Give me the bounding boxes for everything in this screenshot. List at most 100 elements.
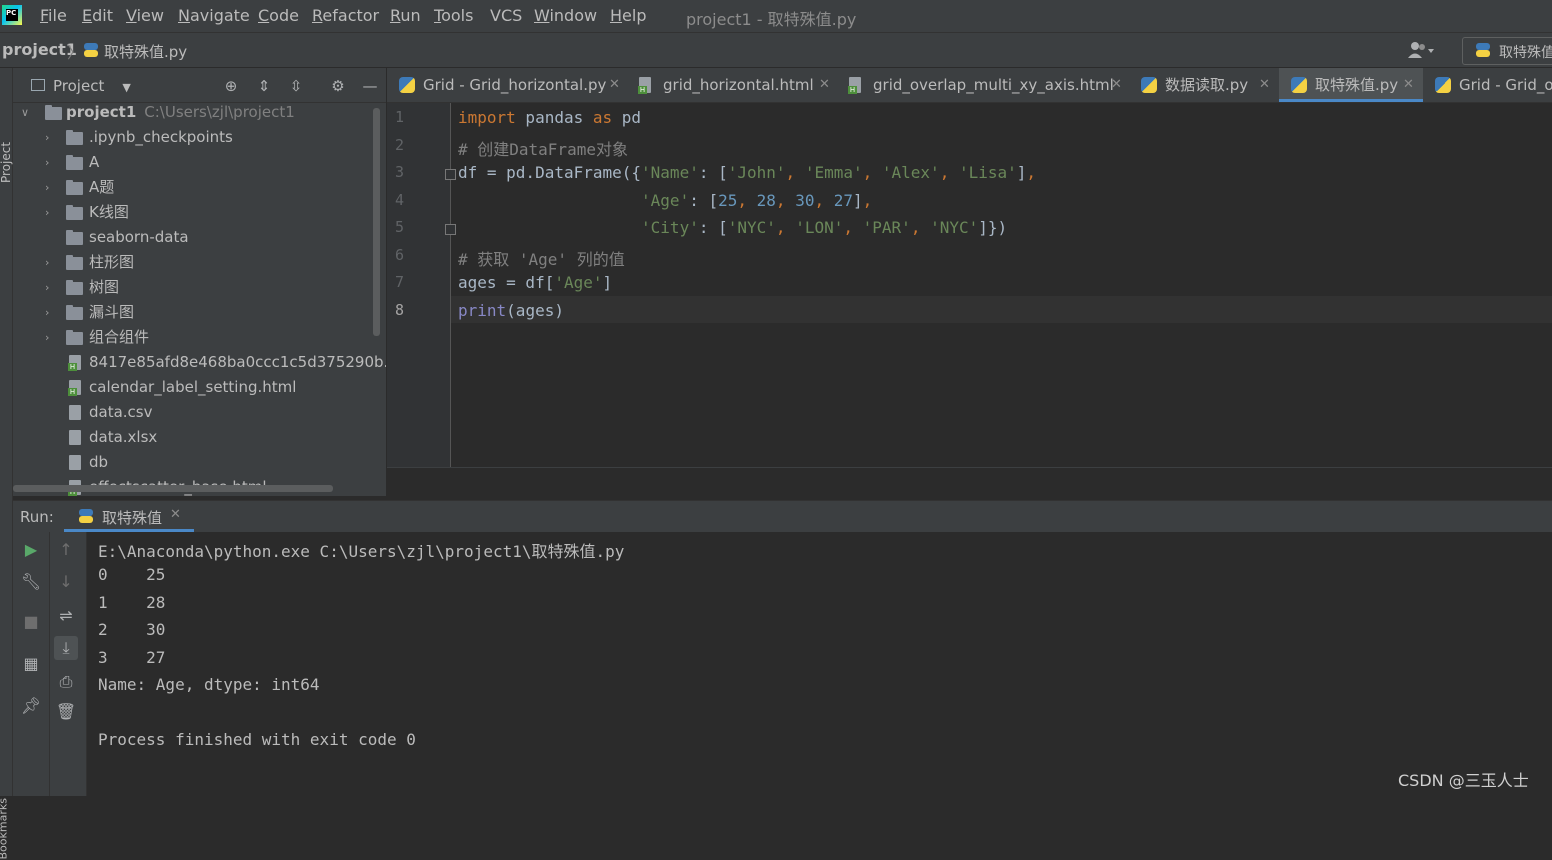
chevron-right-icon[interactable]: › xyxy=(45,150,57,175)
user-account-icon[interactable] xyxy=(1408,41,1442,59)
tab-grid-horizontal-py[interactable]: Grid - Grid_horizontal.py ✕ xyxy=(387,68,627,102)
breadcrumb-file[interactable]: 取特殊值.py xyxy=(104,41,187,62)
gear-icon[interactable]: ⚙ xyxy=(329,77,347,95)
console-line: Name: Age, dtype: int64 xyxy=(98,675,320,694)
menu-view[interactable]: View xyxy=(126,6,164,25)
project-window-icon xyxy=(31,79,45,91)
unknown-file-icon xyxy=(69,430,81,445)
menu-vcs[interactable]: VCS xyxy=(490,6,522,25)
menu-refactor[interactable]: Refactor xyxy=(312,6,379,25)
tree-item[interactable]: › A xyxy=(13,150,386,175)
tree-item-label: data.xlsx xyxy=(89,428,158,446)
menu-navigate[interactable]: Navigate xyxy=(178,6,250,25)
hide-panel-icon[interactable]: — xyxy=(361,77,379,95)
run-configuration-selector[interactable]: 取特殊值 xyxy=(1462,37,1552,65)
menu-run[interactable]: Run xyxy=(390,6,421,25)
console-line: 1 28 xyxy=(98,593,166,612)
code-line-8: print(ages) xyxy=(458,301,564,320)
editor-footer xyxy=(387,467,1552,498)
tree-item[interactable]: › A题 xyxy=(13,175,386,200)
code-line-7: ages = df['Age'] xyxy=(458,273,613,292)
menu-help[interactable]: Help xyxy=(610,6,646,25)
tree-item[interactable]: › 漏斗图 xyxy=(13,300,386,325)
menu-edit[interactable]: Edit xyxy=(82,6,113,25)
code-line-6: # 获取 'Age' 列的值 xyxy=(458,250,625,269)
tree-item-label: data.csv xyxy=(89,403,153,421)
chevron-down-icon[interactable]: ∨ xyxy=(21,100,33,125)
console-line: 0 25 xyxy=(98,565,166,584)
tab-active-file[interactable]: 取特殊值.py ✕ xyxy=(1279,68,1423,102)
soft-wrap-icon[interactable]: ⇌ xyxy=(54,604,78,628)
chevron-right-icon[interactable]: › xyxy=(45,300,57,325)
arrow-up-icon[interactable]: ↑ xyxy=(54,538,78,562)
breadcrumb-project[interactable]: project1 xyxy=(2,40,77,59)
wrench-icon[interactable]: 🔧︎ xyxy=(19,570,43,594)
folder-icon xyxy=(45,105,62,120)
chevron-right-icon[interactable]: › xyxy=(45,250,57,275)
close-icon[interactable]: ✕ xyxy=(609,68,620,102)
bookmarks-tool-window-button[interactable]: Bookmarks xyxy=(0,798,10,859)
scroll-to-end-icon[interactable]: ⤓ xyxy=(54,636,78,660)
project-tool-window-button[interactable]: Project xyxy=(0,142,13,183)
rerun-icon[interactable]: ▶ xyxy=(19,538,43,562)
vertical-scrollbar[interactable] xyxy=(373,108,380,336)
tab-grid-overflow[interactable]: Grid - Grid_ov xyxy=(1423,68,1552,102)
tree-item[interactable]: › .ipynb_checkpoints xyxy=(13,125,386,150)
html-file-icon xyxy=(638,77,651,94)
menu-window[interactable]: Window xyxy=(534,6,597,25)
close-icon[interactable]: ✕ xyxy=(1403,68,1414,102)
console-line: 3 27 xyxy=(98,648,166,667)
chevron-right-icon[interactable]: › xyxy=(45,275,57,300)
python-icon xyxy=(1475,42,1491,62)
fold-marker-icon[interactable] xyxy=(445,169,456,180)
layout-icon[interactable]: ▦ xyxy=(19,652,43,676)
close-icon[interactable]: ✕ xyxy=(819,68,830,102)
horizontal-scrollbar[interactable] xyxy=(13,485,333,492)
navigation-bar: project1 〉 取特殊值.py 取特殊值 xyxy=(0,33,1552,68)
menu-file[interactable]: File xyxy=(40,6,67,25)
line-number: 3 xyxy=(395,163,405,181)
console-output[interactable]: E:\Anaconda\python.exe C:\Users\zjl\proj… xyxy=(87,532,1552,796)
chevron-right-icon[interactable]: › xyxy=(45,325,57,350)
tab-grid-horizontal-html[interactable]: grid_horizontal.html ✕ xyxy=(627,68,837,102)
tree-item[interactable]: › 组合组件 xyxy=(13,325,386,350)
tree-item[interactable]: data.xlsx xyxy=(13,425,386,450)
print-icon[interactable]: ⎙ xyxy=(54,670,78,694)
tree-item[interactable]: db xyxy=(13,450,386,475)
tree-item[interactable]: calendar_label_setting.html xyxy=(13,375,386,400)
stop-icon[interactable]: ■ xyxy=(19,610,43,634)
tree-item[interactable]: › K线图 xyxy=(13,200,386,225)
menu-code[interactable]: Code xyxy=(258,6,299,25)
arrow-down-icon[interactable]: ↓ xyxy=(54,570,78,594)
pin-icon[interactable]: 📌︎ xyxy=(19,694,43,718)
code-editor[interactable]: 1 2 3 4 5 6 7 8 import pandas as pd # 创建… xyxy=(387,103,1552,467)
expand-all-icon[interactable]: ⇕ xyxy=(255,77,273,95)
tab-grid-overlap-html[interactable]: grid_overlap_multi_xy_axis.html ✕ xyxy=(837,68,1129,102)
tree-item[interactable]: › 树图 xyxy=(13,275,386,300)
menu-tools[interactable]: Tools xyxy=(434,6,473,25)
pycharm-logo-icon: PC xyxy=(2,5,22,25)
close-icon[interactable]: ✕ xyxy=(1259,68,1270,102)
close-icon[interactable]: ✕ xyxy=(1111,68,1122,102)
folder-icon xyxy=(66,330,83,345)
fold-marker-icon[interactable] xyxy=(445,224,456,235)
close-icon[interactable]: ✕ xyxy=(170,507,181,522)
code-line-5: 'City': ['NYC', 'LON', 'PAR', 'NYC']}) xyxy=(641,218,1008,237)
locate-file-icon[interactable]: ⊕ xyxy=(222,77,240,95)
tree-item[interactable]: 8417e85afd8e468ba0ccc1c5d375290b.p xyxy=(13,350,386,375)
tab-data-read-py[interactable]: 数据读取.py ✕ xyxy=(1129,68,1279,102)
text-file-icon xyxy=(69,455,81,470)
trash-icon[interactable]: 🗑︎ xyxy=(54,700,78,724)
tree-item[interactable]: seaborn-data xyxy=(13,225,386,250)
python-icon xyxy=(78,508,94,524)
project-view-selector[interactable]: Project ▼ xyxy=(53,77,131,95)
chevron-right-icon[interactable]: › xyxy=(45,125,57,150)
chevron-right-icon[interactable]: › xyxy=(45,175,57,200)
collapse-all-icon[interactable]: ⇳ xyxy=(287,77,305,95)
tree-item[interactable]: data.csv xyxy=(13,400,386,425)
chevron-right-icon[interactable]: › xyxy=(45,200,57,225)
tree-item[interactable]: › 柱形图 xyxy=(13,250,386,275)
breadcrumb-separator: 〉 xyxy=(67,43,84,62)
run-tab[interactable]: 取特殊值 ✕ xyxy=(64,501,194,532)
tree-item-project-root[interactable]: ∨ project1 C:\Users\zjl\project1 xyxy=(13,100,386,125)
